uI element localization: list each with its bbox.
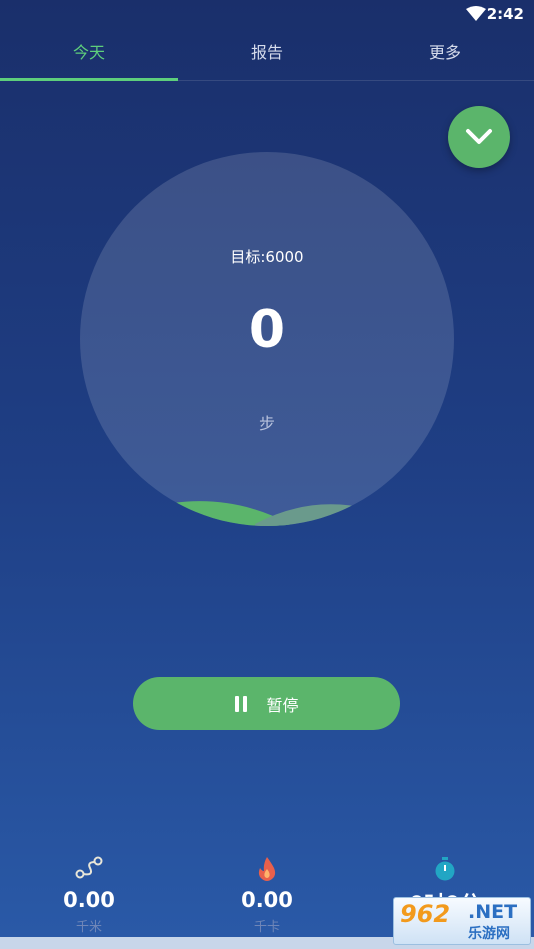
distance-stat: 0.00 千米	[0, 856, 178, 935]
tab-more[interactable]: 更多	[356, 28, 534, 78]
tab-today[interactable]: 今天	[0, 28, 178, 78]
calories-label: 千卡	[253, 920, 280, 935]
calories-value: 0.00	[241, 888, 293, 912]
flame-icon	[258, 857, 276, 881]
watermark-logo: 962 .NET 乐游网	[393, 897, 531, 945]
status-time: 2:42	[486, 5, 524, 23]
steps-count: 0	[248, 300, 286, 360]
watermark-number: 962	[400, 900, 451, 928]
collapse-button[interactable]	[448, 106, 510, 168]
watermark-net: .NET	[468, 901, 518, 923]
pause-label: 暂停	[266, 695, 299, 715]
chevron-down-icon	[466, 129, 492, 144]
step-progress-ring: 目标:6000 0 步	[80, 152, 454, 526]
wifi-icon	[466, 6, 486, 21]
pause-button[interactable]: 暂停	[133, 677, 400, 730]
watermark-cn: 乐游网	[468, 926, 510, 942]
stopwatch-icon	[435, 857, 455, 881]
goal-label: 目标:6000	[230, 248, 304, 266]
tab-report[interactable]: 报告	[178, 28, 356, 78]
status-bar: 2:42	[0, 0, 534, 28]
distance-value: 0.00	[63, 888, 115, 912]
route-icon	[75, 856, 103, 879]
tab-bar: 今天 报告 更多	[0, 28, 534, 81]
pause-icon	[234, 695, 248, 712]
distance-label: 千米	[75, 920, 102, 935]
calories-stat: 0.00 千卡	[178, 856, 356, 935]
tab-indicator	[0, 78, 178, 81]
steps-unit: 步	[258, 414, 275, 433]
